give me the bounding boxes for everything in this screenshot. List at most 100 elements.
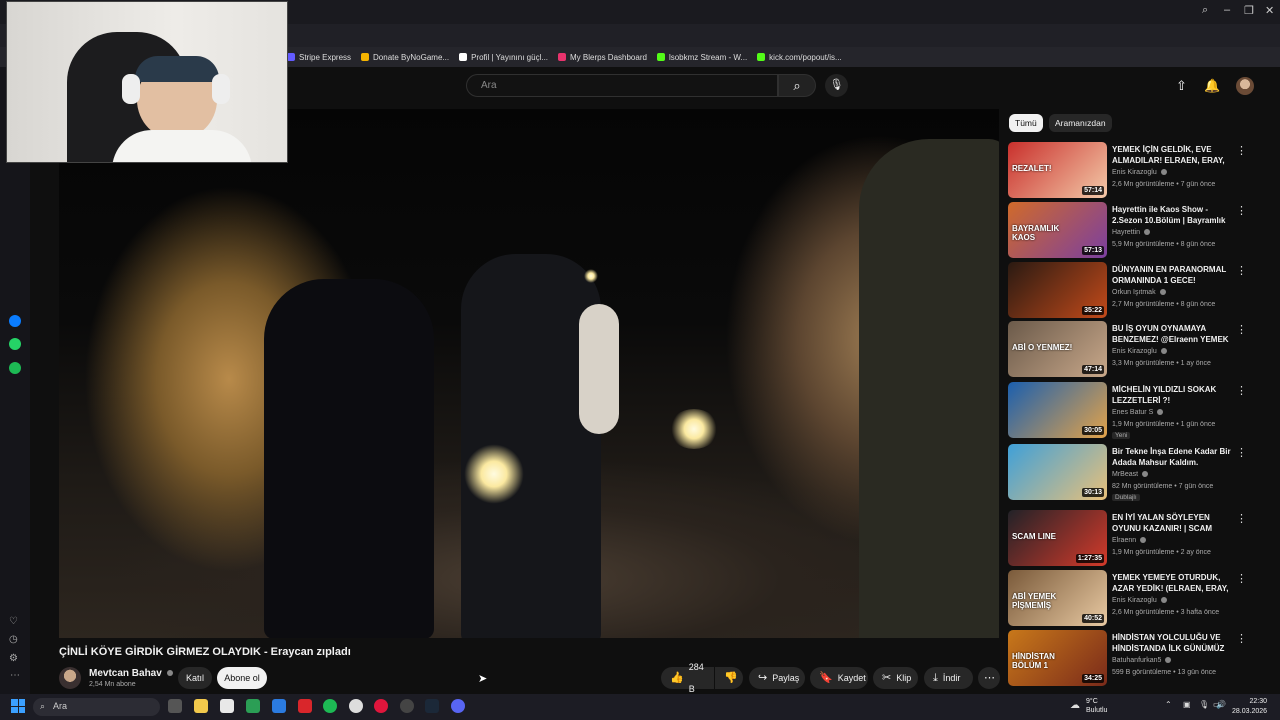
recommendation-item[interactable]: REZALET! 57:14 YEMEK İÇİN GELDİK, EVE ALMA… <box>1008 142 1250 200</box>
more-actions-button[interactable]: ⋯ <box>978 667 1000 689</box>
whatsapp-icon[interactable] <box>9 338 21 350</box>
speaker-icon[interactable]: 🔊 <box>1216 700 1226 709</box>
spotify-icon[interactable] <box>9 362 21 374</box>
download-button[interactable]: ⤓ İndir <box>924 667 973 689</box>
app-icon[interactable] <box>400 699 414 713</box>
search-input[interactable]: Ara <box>466 74 778 97</box>
heart-icon[interactable]: ♡ <box>9 616 18 627</box>
recommendation-channel[interactable]: Orkun Işıtmak <box>1112 289 1166 296</box>
bookmark-item[interactable]: Profil | Yayınını güçl... <box>459 53 548 62</box>
recommendation-item[interactable]: HİNDİSTAN BÖLÜM 1 34:25 HİNDİSTAN YOLCULUĞ… <box>1008 630 1250 688</box>
kebab-menu-icon[interactable]: ⋮ <box>1236 512 1247 525</box>
channel-name[interactable]: Mevtcan Bahav <box>89 668 173 679</box>
file-explorer-icon[interactable] <box>194 699 208 713</box>
subscribe-button[interactable]: Abone ol <box>217 667 267 689</box>
weather-widget[interactable]: 9°C Bulutlu <box>1086 697 1107 715</box>
voice-search-button[interactable]: 🎙 <box>825 74 848 97</box>
recommendation-title[interactable]: BU İŞ OYUN OYNAMAYA BENZEMEZ! @Elraenn Y… <box>1112 323 1232 346</box>
bookmark-item[interactable]: lsobkmz Stream - W... <box>656 53 747 62</box>
steam-icon[interactable] <box>425 699 439 713</box>
kebab-menu-icon[interactable]: ⋮ <box>1236 323 1247 336</box>
kebab-menu-icon[interactable]: ⋮ <box>1236 144 1247 157</box>
kebab-menu-icon[interactable]: ⋮ <box>1236 384 1247 397</box>
kebab-menu-icon[interactable]: ⋮ <box>1236 572 1247 585</box>
taskbar-search-input[interactable]: ⌕ Ara <box>33 698 160 716</box>
dislike-button[interactable]: 👎 <box>715 667 743 689</box>
recommendation-item[interactable]: 30:13 Bir Tekne İnşa Edene Kadar Bir Adad… <box>1008 444 1250 502</box>
recommendation-item[interactable]: ABİ YEMEK PİŞMEMİŞ 40:52 YEMEK YEMEYE OTUR… <box>1008 570 1250 628</box>
recommendation-channel[interactable]: Hayrettin <box>1112 229 1150 236</box>
chip-all[interactable]: Tümü <box>1009 114 1043 132</box>
video-thumbnail[interactable]: 30:13 <box>1008 444 1107 500</box>
messenger-icon[interactable] <box>9 315 21 327</box>
recommendation-item[interactable]: 35:22 DÜNYANIN EN PARANORMAL ORMANINDA 1 … <box>1008 262 1250 320</box>
windows-start-icon[interactable] <box>11 699 25 713</box>
recommendation-channel[interactable]: Elraenn <box>1112 537 1147 544</box>
recommendation-item[interactable]: ABİ O YENMEZ! 47:14 BU İŞ OYUN OYNAMAYA BE… <box>1008 321 1250 379</box>
recommendation-title[interactable]: HİNDİSTAN YOLCULUĞU VE HİNDİSTANDA İLK G… <box>1112 632 1232 655</box>
video-thumbnail[interactable]: BAYRAMLIK KAOS 57:13 <box>1008 202 1107 258</box>
minimize-button[interactable]: – <box>1224 4 1230 16</box>
app-icon[interactable] <box>246 699 260 713</box>
opera-icon[interactable] <box>374 699 388 713</box>
share-button[interactable]: ↪ Paylaş <box>749 667 805 689</box>
video-player[interactable] <box>59 109 999 638</box>
video-thumbnail[interactable]: HİNDİSTAN BÖLÜM 1 34:25 <box>1008 630 1107 686</box>
kebab-menu-icon[interactable]: ⋮ <box>1236 204 1247 217</box>
bookmark-item[interactable]: My Blerps Dashboard <box>558 53 647 62</box>
video-thumbnail[interactable]: REZALET! 57:14 <box>1008 142 1107 198</box>
discord-icon[interactable] <box>451 699 465 713</box>
recommendation-title[interactable]: MİCHELİN YILDIZLI SOKAK LEZZETLERİ ?! <box>1112 384 1232 406</box>
settings-icon[interactable]: ⚙ <box>9 653 18 664</box>
video-thumbnail[interactable]: ABİ O YENMEZ! 47:14 <box>1008 321 1107 377</box>
recommendation-title[interactable]: YEMEK İÇİN GELDİK, EVE ALMADILAR! ELRAEN… <box>1112 144 1232 167</box>
more-icon[interactable]: ⋯ <box>10 670 20 681</box>
recommendation-title[interactable]: YEMEK YEMEYE OTURDUK, AZAR YEDİK! (ELRAE… <box>1112 572 1232 595</box>
recommendation-title[interactable]: Hayrettin ile Kaos Show - 2.Sezon 10.Böl… <box>1112 204 1232 227</box>
video-thumbnail[interactable]: 35:22 <box>1008 262 1107 318</box>
kebab-menu-icon[interactable]: ⋮ <box>1236 632 1247 645</box>
like-button[interactable]: 👍 284 B <box>661 662 714 694</box>
task-view-icon[interactable] <box>168 699 182 713</box>
join-button[interactable]: Katıl <box>178 667 212 689</box>
bookmark-item[interactable]: Donate ByNoGame... <box>361 53 449 62</box>
recommendation-channel[interactable]: Enis Kirazoglu <box>1112 597 1167 604</box>
video-thumbnail[interactable]: 30:05 <box>1008 382 1107 438</box>
recommendation-title[interactable]: DÜNYANIN EN PARANORMAL ORMANINDA 1 GECE! <box>1112 264 1232 286</box>
close-window-button[interactable]: ✕ <box>1265 4 1274 17</box>
recommendation-channel[interactable]: Enes Batur S <box>1112 409 1164 416</box>
history-icon[interactable]: ◷ <box>9 634 18 645</box>
bookmark-item[interactable]: kick.com/popout/is... <box>757 53 842 62</box>
recommendation-item[interactable]: 30:05 MİCHELİN YILDIZLI SOKAK LEZZETLERİ … <box>1008 382 1250 440</box>
clip-button[interactable]: ✂ Klip <box>873 667 918 689</box>
recommendation-title[interactable]: Bir Tekne İnşa Edene Kadar Bir Adada Mah… <box>1112 446 1232 468</box>
recommendation-title[interactable]: EN İYİ YALAN SÖYLEYEN OYUNU KAZANIR! | S… <box>1112 512 1232 535</box>
channel-avatar[interactable] <box>59 667 81 689</box>
recommendation-channel[interactable]: MrBeast <box>1112 471 1149 478</box>
search-tabs-icon[interactable]: ⌕ <box>1202 4 1208 17</box>
upload-icon[interactable]: ⇧ <box>1176 78 1187 94</box>
spotify-icon[interactable] <box>323 699 337 713</box>
recommendation-channel[interactable]: Enis Kirazoglu <box>1112 348 1167 355</box>
store-icon[interactable] <box>220 699 234 713</box>
bookmark-item[interactable]: Stripe Express <box>287 53 351 62</box>
microphone-icon[interactable]: 🎙 <box>1199 700 1209 709</box>
account-avatar[interactable] <box>1236 77 1254 95</box>
maximize-button[interactable]: ❐ <box>1244 4 1254 17</box>
video-thumbnail[interactable]: ABİ YEMEK PİŞMEMİŞ 40:52 <box>1008 570 1107 626</box>
app-icon[interactable] <box>298 699 312 713</box>
taskbar-clock[interactable]: 22:30 28.03.2026 <box>1232 697 1267 717</box>
recommendation-channel[interactable]: Enis Kirazoglu <box>1112 169 1167 176</box>
chevron-up-icon[interactable]: ⌃ <box>1165 700 1172 709</box>
notifications-icon[interactable]: 🔔 <box>1204 78 1220 94</box>
app-tray-icon[interactable]: ▣ <box>1183 700 1191 709</box>
chatgpt-icon[interactable] <box>349 699 363 713</box>
recommendation-item[interactable]: SCAM LINE 1:27:35 EN İYİ YALAN SÖYLEYEN OY… <box>1008 510 1250 568</box>
kebab-menu-icon[interactable]: ⋮ <box>1236 446 1247 459</box>
chip-from-search[interactable]: Aramanızdan <box>1049 114 1112 132</box>
search-button[interactable]: ⌕ <box>778 74 816 97</box>
kebab-menu-icon[interactable]: ⋮ <box>1236 264 1247 277</box>
video-thumbnail[interactable]: SCAM LINE 1:27:35 <box>1008 510 1107 566</box>
mail-icon[interactable] <box>272 699 286 713</box>
recommendation-channel[interactable]: Batuhanfurkan5 <box>1112 657 1172 664</box>
